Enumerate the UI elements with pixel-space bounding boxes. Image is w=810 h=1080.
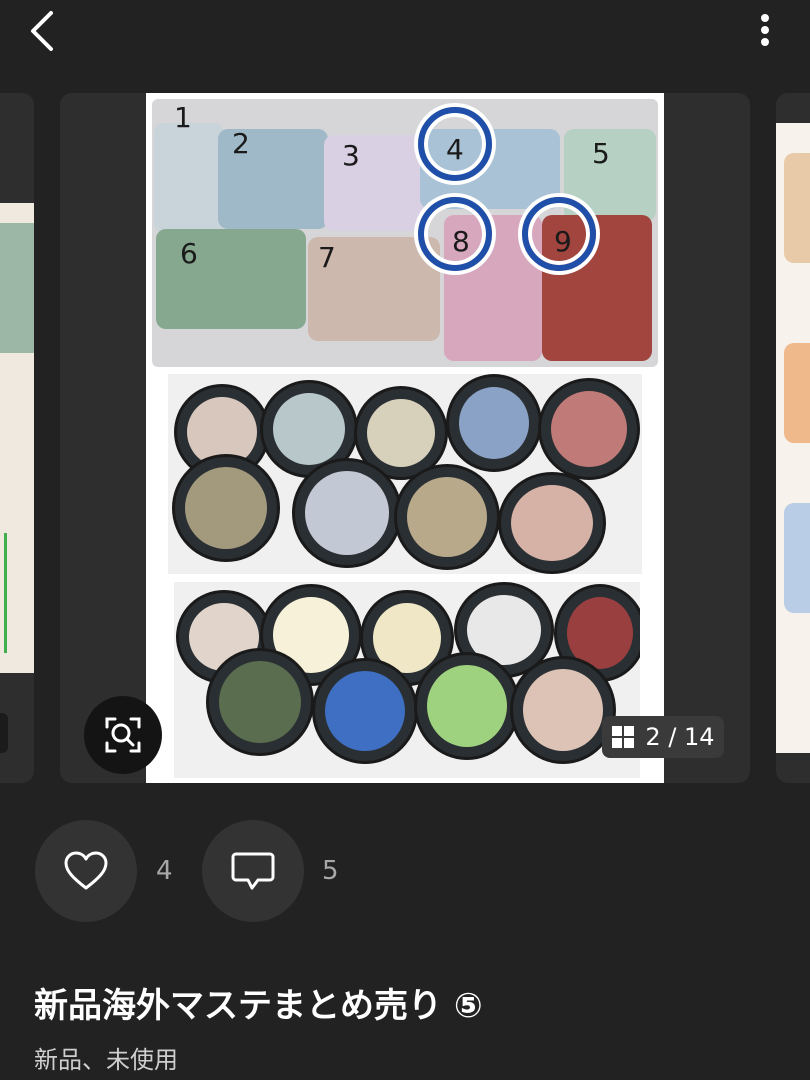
like-button[interactable] xyxy=(35,820,137,922)
like-count: 4 xyxy=(156,856,173,886)
previous-image-card[interactable] xyxy=(0,93,34,783)
tape-number-1: 1 xyxy=(174,101,192,134)
highlight-circle-9 xyxy=(522,197,596,271)
more-vertical-icon xyxy=(761,14,769,46)
tape-number-2: 2 xyxy=(232,127,250,160)
previous-image xyxy=(0,203,34,673)
tape-number-6: 6 xyxy=(180,237,198,270)
back-button[interactable] xyxy=(18,6,66,56)
image-counter-text: 2 / 14 xyxy=(645,723,715,751)
grid-icon xyxy=(612,726,635,748)
tape-number-7: 7 xyxy=(318,241,336,274)
photo-bottom-panel xyxy=(174,582,640,778)
chevron-left-icon xyxy=(31,11,53,51)
comment-button[interactable] xyxy=(202,820,304,922)
visual-search-button[interactable] xyxy=(84,696,162,774)
comment-count: 5 xyxy=(322,856,339,886)
image-carousel[interactable]: 1 2 3 4 5 6 7 8 9 2 / 14 xyxy=(0,93,810,783)
highlight-circle-8 xyxy=(418,197,492,271)
next-image xyxy=(776,123,810,753)
heart-icon xyxy=(64,851,108,890)
highlight-circle-4 xyxy=(418,107,492,181)
current-image-card[interactable]: 1 2 3 4 5 6 7 8 9 2 / 14 xyxy=(60,93,750,783)
more-options-button[interactable] xyxy=(750,8,780,52)
product-photo: 1 2 3 4 5 6 7 8 9 xyxy=(146,93,664,783)
image-counter: 2 / 14 xyxy=(602,716,724,758)
comment-icon xyxy=(231,852,275,890)
photo-top-panel: 1 2 3 4 5 6 7 8 9 xyxy=(152,99,658,367)
top-bar xyxy=(0,0,810,64)
next-image-card[interactable] xyxy=(776,93,810,783)
item-title: 新品海外マステまとめ売り ⑤ xyxy=(34,986,483,1026)
tape-number-5: 5 xyxy=(592,137,610,170)
item-condition: 新品、未使用 xyxy=(34,1046,178,1074)
scan-search-icon xyxy=(105,717,141,753)
photo-middle-panel xyxy=(168,374,642,574)
tape-number-3: 3 xyxy=(342,139,360,172)
